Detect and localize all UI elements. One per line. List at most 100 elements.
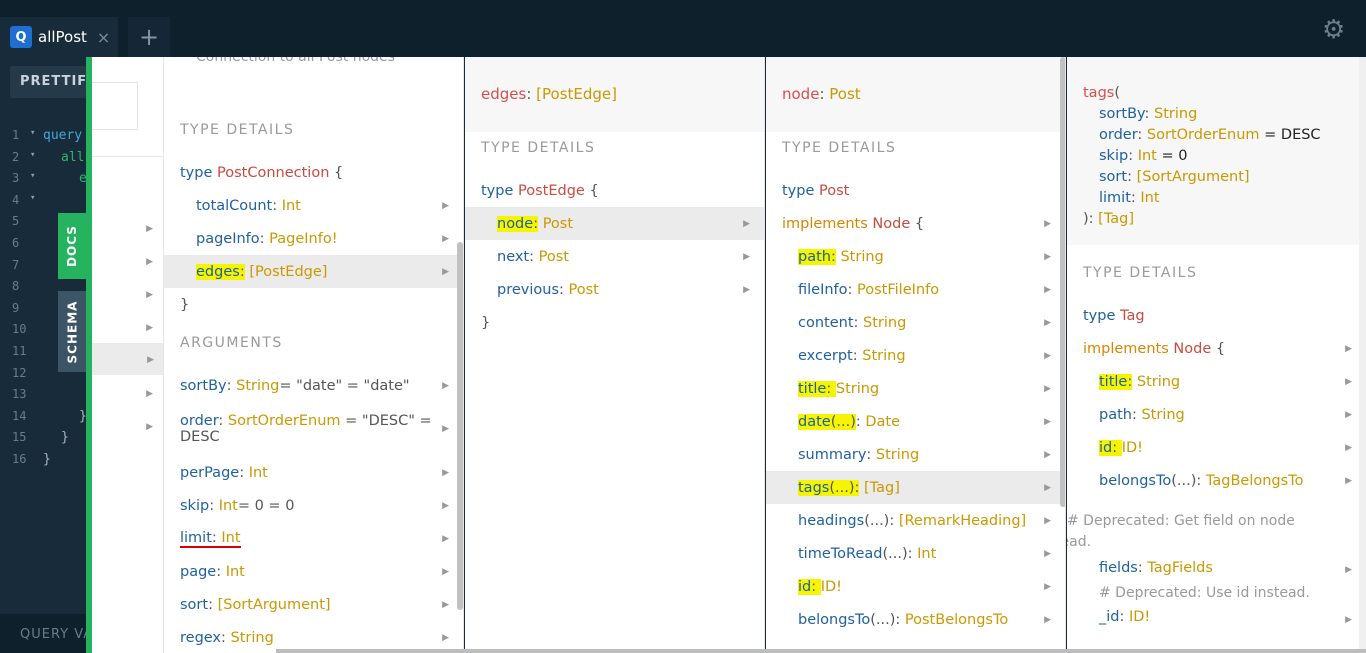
implements-node[interactable]: implements Node {▶	[766, 207, 1065, 240]
chevron-right-icon: ▶	[743, 285, 750, 295]
chevron-right-icon: ▶	[442, 600, 449, 610]
field-id[interactable]: id: ID! ▶	[1067, 431, 1366, 464]
chevron-right-icon: ▶	[442, 567, 449, 577]
chevron-right-icon: ▶	[1345, 377, 1352, 387]
arg-sort[interactable]: sort: [SortArgument] ▶	[164, 588, 463, 621]
field-next[interactable]: next: Post ▶	[465, 240, 764, 273]
sig-arg-skip[interactable]: skip: Int = 0	[1083, 146, 1350, 167]
panel-title: node: Post	[766, 57, 1065, 132]
field-signature: tags( sortBy: String order: SortOrderEnu…	[1067, 57, 1366, 245]
deprecation-note: # Deprecated: Use id instead.	[1099, 585, 1310, 601]
schema-tab-label: SCHEMA	[65, 300, 80, 363]
chevron-right-icon: ▶	[442, 201, 449, 211]
implements-node[interactable]: implements Node {▶	[1067, 332, 1366, 365]
vertical-scrollbar[interactable]	[457, 242, 463, 610]
arg-skip[interactable]: skip: Int = 0 = 0 ▶	[164, 489, 463, 522]
chevron-right-icon: ▶	[1345, 565, 1352, 575]
docs-panel-postconnection: Connection to all Post nodes TYPE DETAIL…	[164, 57, 464, 653]
code-line: all	[61, 149, 85, 165]
fold-arrow-icon[interactable]: ▾	[30, 150, 35, 160]
field-path[interactable]: path: String ▶	[766, 240, 1065, 273]
docs-panel-root: ▶ ▶ ▶ ▶ ▶ ▶ ▶	[92, 57, 164, 653]
field-date[interactable]: date(...): Date ▶	[766, 405, 1065, 438]
chevron-right-icon: ▶	[1044, 219, 1051, 229]
sig-arg-limit[interactable]: limit: Int	[1083, 188, 1350, 209]
chevron-right-icon: ▶	[743, 219, 750, 229]
sig-arg-sortby[interactable]: sortBy: String	[1083, 104, 1350, 125]
code-line: query	[43, 128, 83, 143]
sig-arg-sort[interactable]: sort: [SortArgument]	[1083, 167, 1350, 188]
chevron-right-icon[interactable]: ▶	[146, 257, 153, 267]
sig-arg-order[interactable]: order: SortOrderEnum = DESC	[1083, 125, 1350, 146]
arg-limit[interactable]: limit: Int ▶	[164, 522, 463, 555]
chevron-right-icon[interactable]: ▶	[146, 323, 153, 333]
field-belongsto[interactable]: belongsTo (...): TagBelongsTo ▶	[1067, 464, 1366, 497]
chevron-right-icon[interactable]: ▶	[146, 389, 153, 399]
chevron-right-icon: ▶	[1044, 318, 1051, 328]
chevron-right-icon: ▶	[1044, 417, 1051, 427]
vertical-scrollbar-track[interactable]	[1359, 57, 1366, 653]
chevron-right-icon[interactable]: ▶	[146, 290, 153, 300]
fold-arrow-icon[interactable]: ▾	[30, 171, 35, 181]
docs-tab-label: DOCS	[65, 225, 79, 267]
query-variables-toggle[interactable]: QUERY VA	[0, 614, 92, 653]
field-fileinfo[interactable]: fileInfo: PostFileInfo ▶	[766, 273, 1065, 306]
chevron-right-icon: ▶	[1044, 252, 1051, 262]
field-belongsto[interactable]: belongsTo (...): PostBelongsTo ▶	[766, 603, 1065, 636]
field-content[interactable]: content: String ▶	[766, 306, 1065, 339]
chevron-right-icon: ▶	[442, 534, 449, 544]
horizontal-scrollbar[interactable]	[276, 649, 1366, 653]
field-underscore-id[interactable]: _id: ID! ▶	[1067, 603, 1366, 631]
chevron-right-icon: ▶	[1345, 615, 1352, 625]
field-edges[interactable]: edges: [PostEdge] ▶	[164, 255, 463, 288]
chevron-right-icon[interactable]: ▶	[146, 422, 153, 432]
docs-tab[interactable]: DOCS	[58, 213, 86, 279]
chevron-right-icon: ▶	[442, 381, 449, 391]
fold-arrow-icon[interactable]: ▾	[30, 128, 35, 138]
section-type-details: TYPE DETAILS	[180, 122, 295, 138]
field-previous[interactable]: previous: Post ▶	[465, 273, 764, 306]
chevron-right-icon: ▶	[1345, 410, 1352, 420]
field-pageinfo[interactable]: pageInfo: PageInfo! ▶	[164, 222, 463, 255]
field-node[interactable]: node: Post ▶	[465, 207, 764, 240]
arg-order[interactable]: order: SortOrderEnum = "DESC" = DESC ▶	[164, 402, 463, 456]
arg-page[interactable]: page: Int ▶	[164, 555, 463, 588]
search-input[interactable]	[92, 82, 138, 130]
chevron-right-icon: ▶	[442, 267, 449, 277]
field-tags[interactable]: tags(...): [Tag] ▶	[766, 471, 1065, 504]
schema-tab[interactable]: SCHEMA	[58, 291, 86, 372]
chevron-right-icon: ▶	[1044, 483, 1051, 493]
fold-arrow-icon[interactable]: ▾	[30, 193, 35, 203]
chevron-right-icon: ▶	[442, 468, 449, 478]
type-declaration: type PostConnection {	[180, 164, 344, 181]
field-title[interactable]: title: String ▶	[1067, 365, 1366, 398]
chevron-right-icon: ▶	[1044, 285, 1051, 295]
new-tab-button[interactable]: +	[128, 17, 170, 57]
chevron-right-icon: ▶	[1044, 549, 1051, 559]
field-excerpt[interactable]: excerpt: String ▶	[766, 339, 1065, 372]
arg-sortby[interactable]: sortBy: String = "date" = "date" ▶	[164, 369, 463, 402]
field-totalcount[interactable]: totalCount: Int ▶	[164, 189, 463, 222]
field-title[interactable]: title: String ▶	[766, 372, 1065, 405]
chevron-right-icon: ▶	[1044, 351, 1051, 361]
close-icon[interactable]: ×	[97, 28, 110, 47]
field-summary[interactable]: summary: String ▶	[766, 438, 1065, 471]
field-path[interactable]: path: String ▶	[1067, 398, 1366, 431]
chevron-right-icon[interactable]: ▶	[146, 224, 153, 234]
chevron-right-icon: ▶	[1044, 516, 1051, 526]
field-id[interactable]: id: ID! ▶	[766, 570, 1065, 603]
gear-icon[interactable]: ⚙	[1322, 15, 1345, 45]
chevron-right-icon: ▶	[1044, 582, 1051, 592]
tab-allpost[interactable]: Q allPost ×	[0, 17, 118, 57]
chevron-right-icon: ▶	[442, 501, 449, 511]
chevron-right-icon: ▶	[1044, 615, 1051, 625]
arg-perpage[interactable]: perPage: Int ▶	[164, 456, 463, 489]
field-timetoread[interactable]: timeToRead (...): Int ▶	[766, 537, 1065, 570]
chevron-right-icon: ▶	[1044, 384, 1051, 394]
chevron-right-icon: ▶	[743, 252, 750, 262]
selected-root-field[interactable]: ▶	[92, 343, 163, 375]
field-headings[interactable]: headings (...): [RemarkHeading] ▶	[766, 504, 1065, 537]
docs-panel-postedge: edges: [PostEdge] TYPE DETAILS type Post…	[465, 57, 765, 653]
vertical-scrollbar[interactable]	[1060, 57, 1065, 507]
field-fields[interactable]: fields: TagFields ▶	[1067, 553, 1366, 583]
